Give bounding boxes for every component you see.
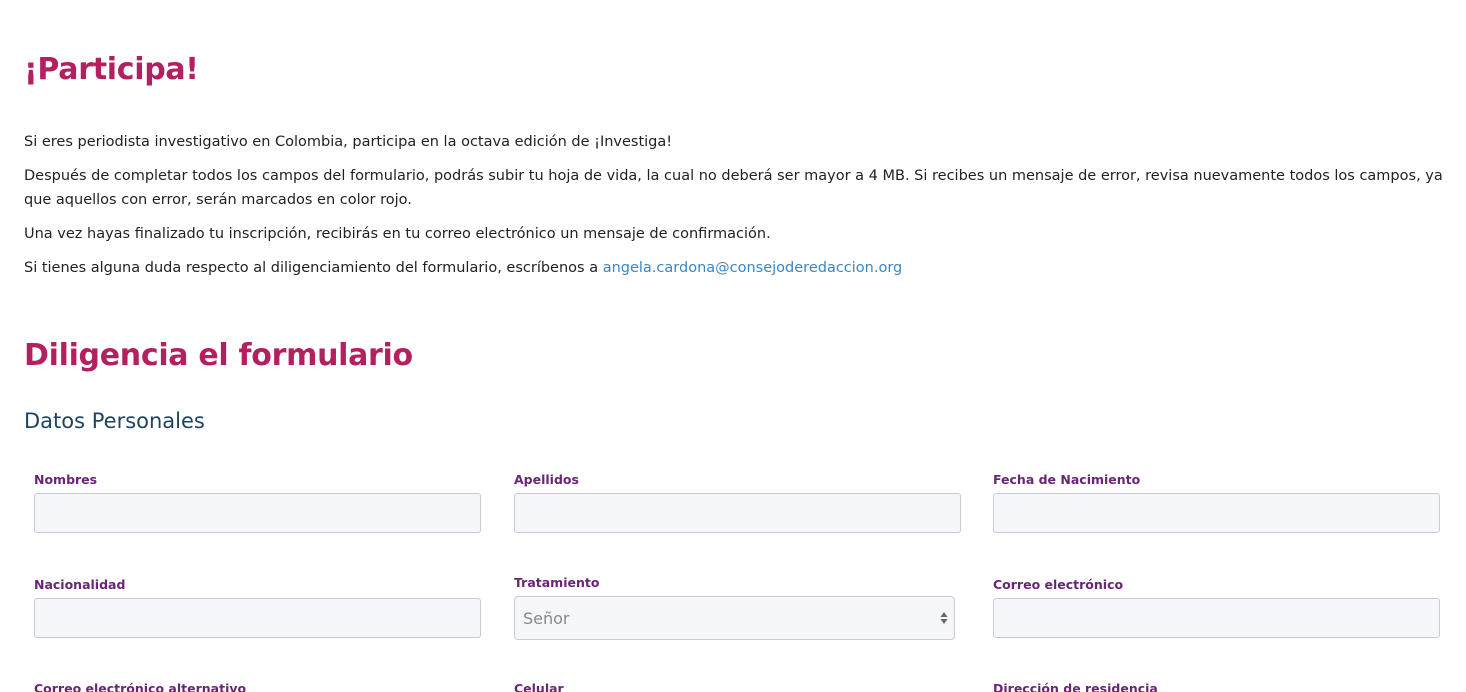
intro-text: Si eres periodista investigativo en Colo… — [24, 130, 1444, 290]
nombres-input[interactable] — [34, 493, 481, 533]
intro-paragraph-2: Después de completar todos los campos de… — [24, 168, 1443, 208]
fecha-nacimiento-input[interactable] — [993, 493, 1440, 533]
select-arrows-icon — [940, 612, 948, 624]
correo-label: Correo electrónico — [993, 577, 1124, 592]
celular-label: Celular — [514, 681, 564, 692]
fecha-nacimiento-label: Fecha de Nacimiento — [993, 472, 1141, 487]
apellidos-label: Apellidos — [514, 472, 579, 487]
nacionalidad-input[interactable] — [34, 598, 481, 638]
tratamiento-label: Tratamiento — [514, 575, 600, 590]
intro-paragraph-4: Si tienes alguna duda respecto al dilige… — [24, 256, 1444, 280]
intro-paragraph-3: Una vez hayas finalizado tu inscripción,… — [24, 226, 771, 242]
apellidos-input[interactable] — [514, 493, 961, 533]
page: ¡Participa! Si eres periodista investiga… — [0, 0, 1466, 692]
nombres-label: Nombres — [34, 472, 98, 487]
section-title-datos-personales: Datos Personales — [24, 409, 205, 433]
contact-email-link[interactable]: angela.cardona@consejoderedaccion.org — [603, 260, 903, 276]
participa-title: ¡Participa! — [24, 52, 199, 87]
nacionalidad-label: Nacionalidad — [34, 577, 126, 592]
tratamiento-selected-value: Señor — [523, 608, 570, 628]
intro-paragraph-1: Si eres periodista investigativo en Colo… — [24, 134, 673, 150]
correo-input[interactable] — [993, 598, 1440, 638]
intro-paragraph-4-text: Si tienes alguna duda respecto al dilige… — [24, 260, 599, 276]
direccion-label: Dirección de residencia — [993, 681, 1158, 692]
tratamiento-select[interactable]: Señor — [514, 596, 955, 640]
correo-alternativo-label: Correo electrónico alternativo — [34, 681, 247, 692]
form-title: Diligencia el formulario — [24, 338, 413, 373]
